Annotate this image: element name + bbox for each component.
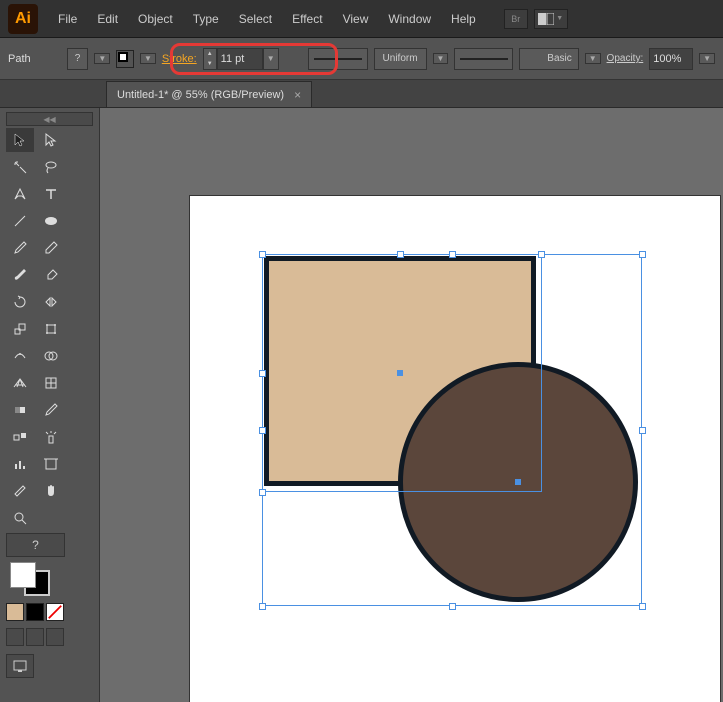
unknown-tool-row[interactable]: ? bbox=[6, 533, 65, 557]
document-tab-bar: Untitled-1* @ 55% (RGB/Preview) × bbox=[0, 80, 723, 108]
menu-object[interactable]: Object bbox=[128, 8, 183, 30]
color-swatch-black[interactable] bbox=[26, 603, 44, 621]
profile-dropdown[interactable]: ▼ bbox=[433, 53, 449, 64]
stroke-weight-stepper[interactable]: ▲▼ ▼ bbox=[203, 48, 279, 70]
symbol-sprayer-tool[interactable] bbox=[37, 425, 65, 449]
stroke-label[interactable]: Stroke: bbox=[162, 53, 197, 65]
options-bar: Path ? ▼ ▼ Stroke: ▲▼ ▼ Uniform ▼ Basic … bbox=[0, 38, 723, 80]
close-tab-icon[interactable]: × bbox=[294, 88, 301, 102]
menu-effect[interactable]: Effect bbox=[282, 8, 332, 30]
zoom-tool[interactable] bbox=[6, 506, 34, 530]
lasso-tool[interactable] bbox=[37, 155, 65, 179]
hand-tool[interactable] bbox=[37, 479, 65, 503]
stroke-color-swatch[interactable] bbox=[116, 50, 134, 68]
line-tool[interactable] bbox=[6, 209, 34, 233]
width-tool[interactable] bbox=[6, 344, 34, 368]
draw-behind-mode[interactable] bbox=[26, 628, 44, 646]
brush-dropdown[interactable]: ▼ bbox=[585, 53, 601, 64]
gradient-tool[interactable] bbox=[6, 398, 34, 422]
stroke-weight-dropdown[interactable]: ▼ bbox=[263, 48, 279, 70]
slice-tool[interactable] bbox=[6, 479, 34, 503]
stroke-weight-arrows[interactable]: ▲▼ bbox=[203, 48, 217, 70]
perspective-grid-tool[interactable] bbox=[6, 371, 34, 395]
pen-tool[interactable] bbox=[6, 182, 34, 206]
panel-drag-handle[interactable]: ◀◀ bbox=[6, 112, 93, 126]
rotate-tool[interactable] bbox=[6, 290, 34, 314]
selection-tool[interactable] bbox=[6, 128, 34, 152]
menu-type[interactable]: Type bbox=[183, 8, 229, 30]
layout-button[interactable]: ▼ bbox=[534, 9, 568, 29]
paintbrush-tool[interactable] bbox=[6, 236, 34, 260]
profile-thumbnail[interactable] bbox=[308, 48, 367, 70]
stroke-color-dropdown[interactable]: ▼ bbox=[140, 53, 156, 64]
selection-mode-label: Path bbox=[8, 53, 31, 65]
type-tool[interactable] bbox=[37, 182, 65, 206]
draw-inside-mode[interactable] bbox=[46, 628, 64, 646]
fill-swatch[interactable] bbox=[10, 562, 36, 588]
stroke-weight-input[interactable] bbox=[217, 48, 263, 70]
draw-normal-mode[interactable] bbox=[6, 628, 24, 646]
menu-file[interactable]: File bbox=[48, 8, 87, 30]
canvas-area[interactable] bbox=[100, 108, 723, 702]
ellipse-shape[interactable] bbox=[398, 362, 638, 602]
reflect-tool[interactable] bbox=[37, 290, 65, 314]
ellipse-tool[interactable] bbox=[37, 209, 65, 233]
opacity-input[interactable] bbox=[649, 48, 693, 70]
opacity-label[interactable]: Opacity: bbox=[607, 53, 644, 64]
help-dropdown[interactable]: ▼ bbox=[94, 53, 110, 64]
fill-stroke-swatch[interactable] bbox=[6, 562, 65, 598]
tools-panel: ◀◀ bbox=[0, 108, 100, 702]
menu-window[interactable]: Window bbox=[378, 8, 441, 30]
color-swatch-tan[interactable] bbox=[6, 603, 24, 621]
bridge-button[interactable]: Br bbox=[504, 9, 528, 29]
app-icon: Ai bbox=[8, 4, 38, 34]
artboard-tool[interactable] bbox=[37, 452, 65, 476]
screen-mode-button[interactable] bbox=[6, 654, 34, 678]
eyedropper-tool[interactable] bbox=[37, 398, 65, 422]
direct-selection-tool[interactable] bbox=[37, 128, 65, 152]
document-tab[interactable]: Untitled-1* @ 55% (RGB/Preview) × bbox=[106, 81, 312, 107]
menu-select[interactable]: Select bbox=[229, 8, 282, 30]
menu-bar: Ai File Edit Object Type Select Effect V… bbox=[0, 0, 723, 38]
column-graph-tool[interactable] bbox=[6, 452, 34, 476]
blend-tool[interactable] bbox=[6, 425, 34, 449]
menu-edit[interactable]: Edit bbox=[87, 8, 128, 30]
eraser-tool[interactable] bbox=[37, 263, 65, 287]
scale-tool[interactable] bbox=[6, 317, 34, 341]
shape-builder-tool[interactable] bbox=[37, 344, 65, 368]
magic-wand-tool[interactable] bbox=[6, 155, 34, 179]
help-button[interactable]: ? bbox=[67, 48, 89, 70]
menu-view[interactable]: View bbox=[333, 8, 379, 30]
brush-thumbnail[interactable] bbox=[454, 48, 513, 70]
blob-brush-tool[interactable] bbox=[6, 263, 34, 287]
color-swatch-none[interactable] bbox=[46, 603, 64, 621]
menu-help[interactable]: Help bbox=[441, 8, 486, 30]
pencil-tool[interactable] bbox=[37, 236, 65, 260]
free-transform-tool[interactable] bbox=[37, 317, 65, 341]
opacity-dropdown[interactable]: ▼ bbox=[699, 53, 715, 64]
mesh-tool[interactable] bbox=[37, 371, 65, 395]
brush-basic-label[interactable]: Basic bbox=[519, 48, 578, 70]
profile-label[interactable]: Uniform bbox=[374, 48, 427, 70]
document-tab-title: Untitled-1* @ 55% (RGB/Preview) bbox=[117, 89, 284, 101]
